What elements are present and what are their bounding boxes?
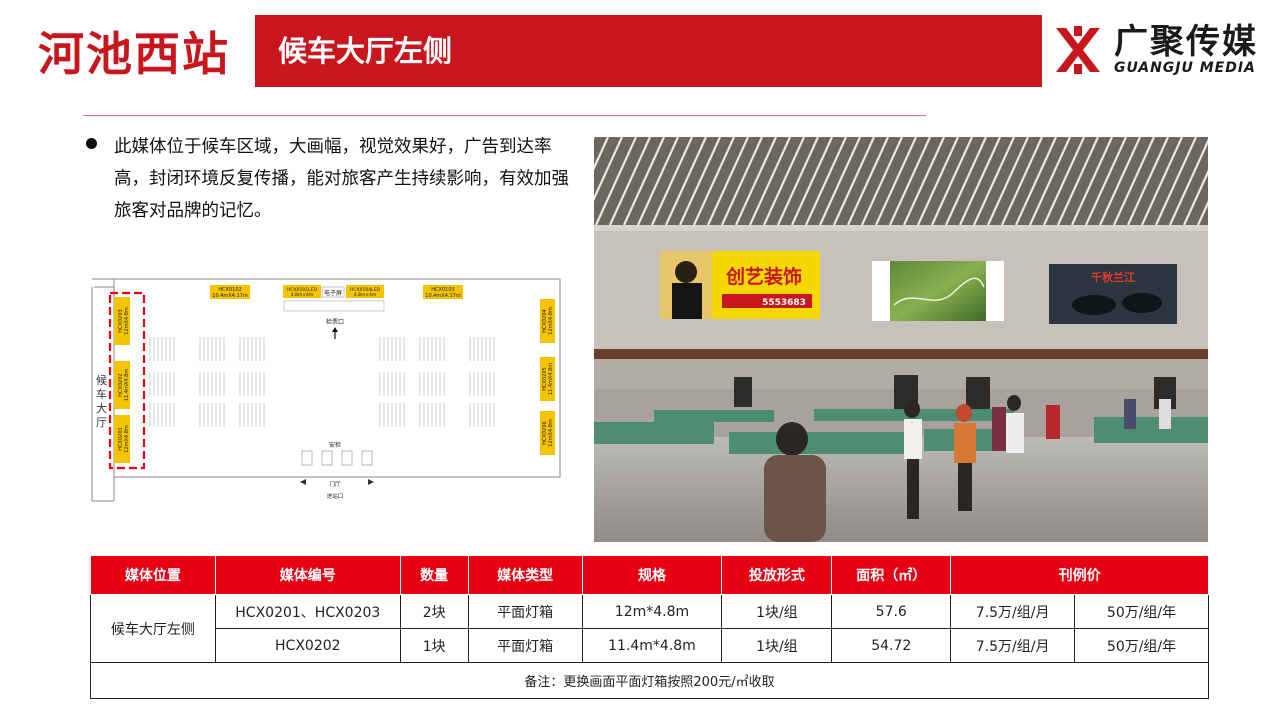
header-code: 媒体编号: [214, 555, 401, 595]
header-location: 媒体位置: [90, 555, 216, 595]
logo-text-en: GUANGJU MEDIA: [1114, 60, 1256, 76]
cell-form: 1块/组: [721, 594, 833, 629]
entrance-label: 进站口: [327, 492, 344, 500]
header-spec: 规格: [581, 555, 723, 595]
billboard-left-phone: 5553683: [762, 298, 806, 308]
cell-spec: 12m*4.8m: [581, 594, 723, 629]
cell-form: 1块/组: [721, 628, 833, 663]
table-note-row: 备注：更换画面平面灯箱按照200元/㎡收取: [90, 662, 1209, 699]
svg-text:候: 候: [96, 373, 107, 387]
cell-spec: 11.4m*4.8m: [581, 628, 723, 663]
media-table: 媒体位置 媒体编号 数量 媒体类型 规格 投放形式 面积（㎡） 刊例价 候车大厅…: [90, 555, 1209, 699]
svg-text:4.8m×4m: 4.8m×4m: [291, 292, 314, 298]
cell-area: 57.6: [831, 594, 952, 629]
svg-text:厅: 厅: [96, 416, 107, 429]
header-area: 面积（㎡）: [831, 555, 952, 595]
svg-text:10.4mX4.17m: 10.4mX4.17m: [425, 293, 461, 299]
cell-quantity: 2块: [399, 594, 469, 629]
logo-text-cn: 广聚传媒: [1114, 22, 1258, 62]
table-note: 备注：更换画面平面灯箱按照200元/㎡收取: [90, 662, 1209, 699]
floor-plan: 候 车 大 厅 HCX0102 10.4mX4.17m HCX0101LED 4…: [90, 277, 562, 503]
cell-quantity: 1块: [399, 628, 469, 663]
billboard-right-text: 千秋兰江: [1091, 270, 1135, 284]
table-row: 候车大厅左侧 HCX0201、HCX0203 2块 平面灯箱 12m*4.8m …: [90, 594, 1209, 663]
cell-code: HCX0201、HCX0203: [214, 594, 401, 629]
media-description: 此媒体位于候车区域，大画幅，视觉效果好，广告到达率高，封闭环境反复传播，能对旅客…: [114, 137, 569, 221]
header-price: 刊例价: [950, 555, 1209, 595]
bullet-dot: [86, 138, 97, 149]
logo-mark-icon: [1056, 26, 1100, 74]
cell-code: HCX0202: [214, 628, 401, 663]
cell-area: 54.72: [831, 628, 952, 663]
header-form: 投放形式: [721, 555, 833, 595]
cell-type: 平面灯箱: [467, 594, 583, 629]
header-type: 媒体类型: [467, 555, 583, 595]
entrance-hall-label: 门厅: [329, 480, 341, 488]
cell-type: 平面灯箱: [467, 628, 583, 663]
table-row: HCX0202 1块 平面灯箱 11.4m*4.8m 1块/组 54.72 7.…: [91, 628, 1209, 663]
cell-price-year: 50万/组/年: [1074, 628, 1209, 663]
table-header-row: 媒体位置 媒体编号 数量 媒体类型 规格 投放形式 面积（㎡） 刊例价: [90, 555, 1209, 595]
station-title: 河池西站: [38, 27, 230, 81]
svg-text:10.4mX4.17m: 10.4mX4.17m: [212, 293, 248, 299]
svg-text:11.4mX4.8m: 11.4mX4.8m: [548, 363, 554, 395]
svg-text:12mX4.8m: 12mX4.8m: [548, 419, 554, 447]
svg-text:电子屏: 电子屏: [324, 289, 342, 297]
svg-text:12mX4.8m: 12mX4.8m: [548, 307, 554, 335]
svg-text:车: 车: [96, 387, 107, 401]
cell-price-month: 7.5万/组/月: [950, 628, 1076, 663]
svg-text:11.4mX4.8m: 11.4mX4.8m: [124, 369, 130, 401]
svg-text:大: 大: [96, 401, 107, 415]
svg-text:4.8m×4m: 4.8m×4m: [354, 292, 377, 298]
location-title: 候车大厅左侧: [278, 34, 453, 68]
cell-price-month: 7.5万/组/月: [950, 594, 1076, 629]
gate-label: 检票口: [326, 318, 344, 326]
cell-location: 候车大厅左侧: [90, 594, 216, 663]
svg-text:12mX4.8m: 12mX4.8m: [124, 307, 130, 335]
header-quantity: 数量: [399, 555, 469, 595]
hall-photo: 创艺装饰 5553683 千秋兰江: [594, 137, 1208, 542]
security-label: 安检: [329, 441, 341, 449]
svg-text:12mX4.8m: 12mX4.8m: [124, 425, 130, 453]
header-divider: [83, 115, 926, 116]
billboard-left-brand: 创艺装饰: [725, 265, 802, 288]
brand-logo: 广聚传媒 GUANGJU MEDIA: [1052, 24, 1262, 76]
cell-price-year: 50万/组/年: [1074, 594, 1209, 629]
